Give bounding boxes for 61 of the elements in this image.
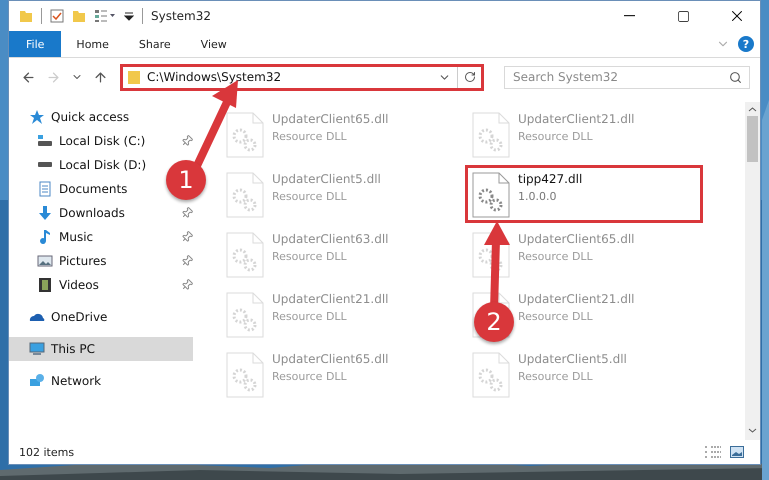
file-gears-icon: [226, 292, 264, 338]
file-detail: Resource DLL: [272, 190, 348, 203]
sidebar-item[interactable]: Downloads: [9, 201, 159, 225]
file-gears-icon: [226, 112, 264, 158]
file-detail: Resource DLL: [272, 250, 348, 263]
file-gears-icon: [472, 112, 510, 158]
file-detail: Resource DLL: [272, 370, 348, 383]
file-tab[interactable]: File: [9, 31, 62, 57]
scrollbar[interactable]: [745, 102, 760, 440]
sidebar-item[interactable]: Videos: [9, 273, 159, 297]
file-gears-icon: [226, 352, 264, 398]
sidebar-item[interactable]: Quick access: [9, 105, 159, 129]
ribbon-tab[interactable]: Home: [61, 31, 124, 57]
file-name[interactable]: tipp427.dll: [518, 172, 582, 186]
details-view-icon[interactable]: [704, 445, 722, 459]
star-icon: [29, 109, 45, 125]
view-options-icon[interactable]: [94, 9, 116, 23]
file-gears-icon: [226, 232, 264, 278]
music-note-icon: [37, 229, 53, 245]
file-detail: 1.0.0.0: [518, 190, 558, 203]
drive-icon: [37, 162, 53, 168]
sidebar-item[interactable]: OneDrive: [9, 305, 159, 329]
file-gears-icon: [226, 172, 264, 218]
film-icon: [37, 277, 53, 293]
large-icons-view-icon[interactable]: [730, 446, 744, 458]
refresh-icon: [464, 71, 476, 83]
help-icon[interactable]: ?: [738, 36, 754, 52]
sidebar-item[interactable]: Pictures: [9, 249, 159, 273]
document-icon: [37, 181, 53, 197]
file-gears-icon: [472, 172, 510, 218]
file-gears-icon: [472, 352, 510, 398]
file-detail: Resource DLL: [518, 310, 594, 323]
sidebar-item[interactable]: Documents: [9, 177, 159, 201]
file-detail: Resource DLL: [272, 310, 348, 323]
sidebar-item[interactable]: Network: [9, 369, 159, 393]
scroll-thumb[interactable]: [747, 116, 758, 162]
search-icon[interactable]: [729, 70, 742, 84]
drive-icon: [37, 133, 53, 149]
maximize-icon: [676, 10, 690, 22]
computer-icon: [29, 341, 45, 357]
address-bar[interactable]: C:\Windows\System32: [120, 64, 484, 90]
sidebar-item[interactable]: Music: [9, 225, 159, 249]
item-count: 102 items: [19, 446, 76, 458]
network-icon: [29, 373, 45, 389]
ribbon-tab[interactable]: View: [186, 31, 242, 57]
file-detail: Resource DLL: [518, 130, 594, 143]
download-icon: [37, 205, 53, 221]
checklist-icon[interactable]: [50, 9, 64, 23]
window-title: System32: [151, 9, 212, 23]
search-field[interactable]: Search System32: [504, 66, 750, 88]
file-detail: Resource DLL: [518, 370, 594, 383]
file-detail: Resource DLL: [518, 250, 594, 263]
file-detail: Resource DLL: [272, 130, 348, 143]
minimize-icon: [624, 15, 634, 17]
sidebar-item[interactable]: Local Disk (C:): [9, 129, 159, 153]
folder-icon: [127, 69, 141, 85]
picture-icon: [37, 253, 53, 269]
ribbon-tab[interactable]: Share: [124, 31, 186, 57]
sidebar-item[interactable]: This PC: [9, 337, 193, 361]
sidebar-item[interactable]: Local Disk (D:): [9, 153, 159, 177]
forward-arrow-icon: [46, 70, 61, 84]
